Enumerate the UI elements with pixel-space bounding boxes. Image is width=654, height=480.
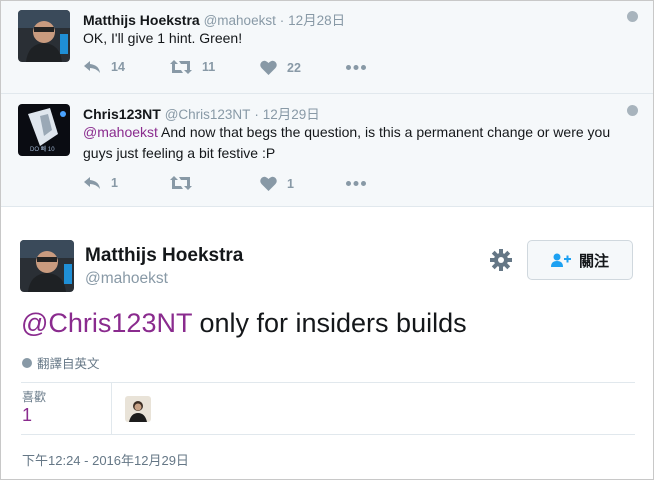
tweet-detail-window: Matthijs Hoekstra @mahoekst · 12月28日 OK,… bbox=[0, 0, 654, 480]
add-user-icon bbox=[550, 253, 571, 267]
follow-label: 關注 bbox=[578, 252, 609, 270]
reply-header: Matthijs Hoekstra @mahoekst · 12月28日 bbox=[83, 9, 345, 29]
author-handle[interactable]: @mahoekst bbox=[85, 270, 168, 288]
retweet-count: 11 bbox=[202, 60, 216, 74]
translate-link[interactable]: 翻譯自英文 bbox=[22, 353, 100, 372]
avatar[interactable] bbox=[18, 10, 70, 62]
heart-icon bbox=[260, 60, 277, 75]
divider bbox=[21, 434, 635, 435]
reply-header: Chris123NT @Chris123NT · 12月29日 bbox=[83, 103, 320, 123]
reply-button[interactable]: 1 bbox=[83, 176, 118, 190]
tweet-timestamp[interactable]: 下午12:24 - 2016年12月29日 bbox=[22, 450, 189, 469]
mention-link[interactable]: @mahoekst bbox=[83, 124, 158, 140]
likes-label[interactable]: 喜歡 bbox=[22, 388, 46, 405]
reply-icon bbox=[84, 61, 100, 73]
reply-count: 1 bbox=[111, 176, 118, 190]
reply-icon bbox=[84, 177, 100, 189]
separator: · bbox=[279, 13, 285, 28]
divider bbox=[111, 382, 112, 434]
author-handle[interactable]: @mahoekst bbox=[204, 13, 276, 28]
translate-label: 翻譯自英文 bbox=[37, 357, 100, 371]
retweet-button[interactable]: 11 bbox=[170, 60, 215, 74]
gear-icon[interactable] bbox=[490, 249, 512, 276]
retweet-icon bbox=[170, 60, 192, 74]
mention-link[interactable]: @Chris123NT bbox=[21, 308, 192, 338]
separator: · bbox=[254, 107, 259, 122]
follow-button[interactable]: 關注 bbox=[527, 240, 633, 280]
liker-avatar[interactable] bbox=[125, 396, 151, 422]
heart-icon bbox=[260, 176, 277, 191]
author-name[interactable]: Matthijs Hoekstra bbox=[83, 12, 200, 28]
more-icon bbox=[346, 65, 366, 70]
like-button[interactable]: 1 bbox=[260, 176, 294, 191]
like-button[interactable]: 22 bbox=[260, 60, 301, 75]
globe-icon bbox=[22, 357, 32, 368]
like-count: 22 bbox=[287, 60, 301, 75]
globe-icon bbox=[627, 11, 638, 22]
more-button[interactable] bbox=[346, 181, 366, 186]
divider bbox=[21, 382, 635, 383]
author-handle[interactable]: @Chris123NT bbox=[165, 107, 251, 122]
tweet-text: @Chris123NT only for insiders builds bbox=[21, 308, 467, 338]
globe-icon bbox=[627, 105, 638, 116]
like-count: 1 bbox=[287, 176, 294, 191]
timestamp[interactable]: 12月29日 bbox=[263, 107, 320, 122]
more-icon bbox=[346, 181, 366, 186]
more-button[interactable] bbox=[346, 65, 366, 70]
timestamp[interactable]: 12月28日 bbox=[288, 13, 345, 28]
avatar-caption: DO 빼 10 bbox=[30, 147, 55, 153]
retweet-button[interactable] bbox=[170, 176, 202, 190]
reply-text: OK, I'll give 1 hint. Green! bbox=[83, 30, 243, 46]
avatar[interactable] bbox=[20, 240, 74, 292]
reply-count: 14 bbox=[111, 60, 125, 74]
reply-text: @mahoekst And now that begs the question… bbox=[83, 124, 611, 161]
reply-button[interactable]: 14 bbox=[83, 60, 125, 74]
likes-count[interactable]: 1 bbox=[22, 405, 32, 426]
author-name[interactable]: Chris123NT bbox=[83, 106, 161, 122]
retweet-icon bbox=[170, 176, 192, 190]
author-name[interactable]: Matthijs Hoekstra bbox=[85, 245, 243, 267]
avatar[interactable]: DO 빼 10 bbox=[18, 104, 70, 156]
